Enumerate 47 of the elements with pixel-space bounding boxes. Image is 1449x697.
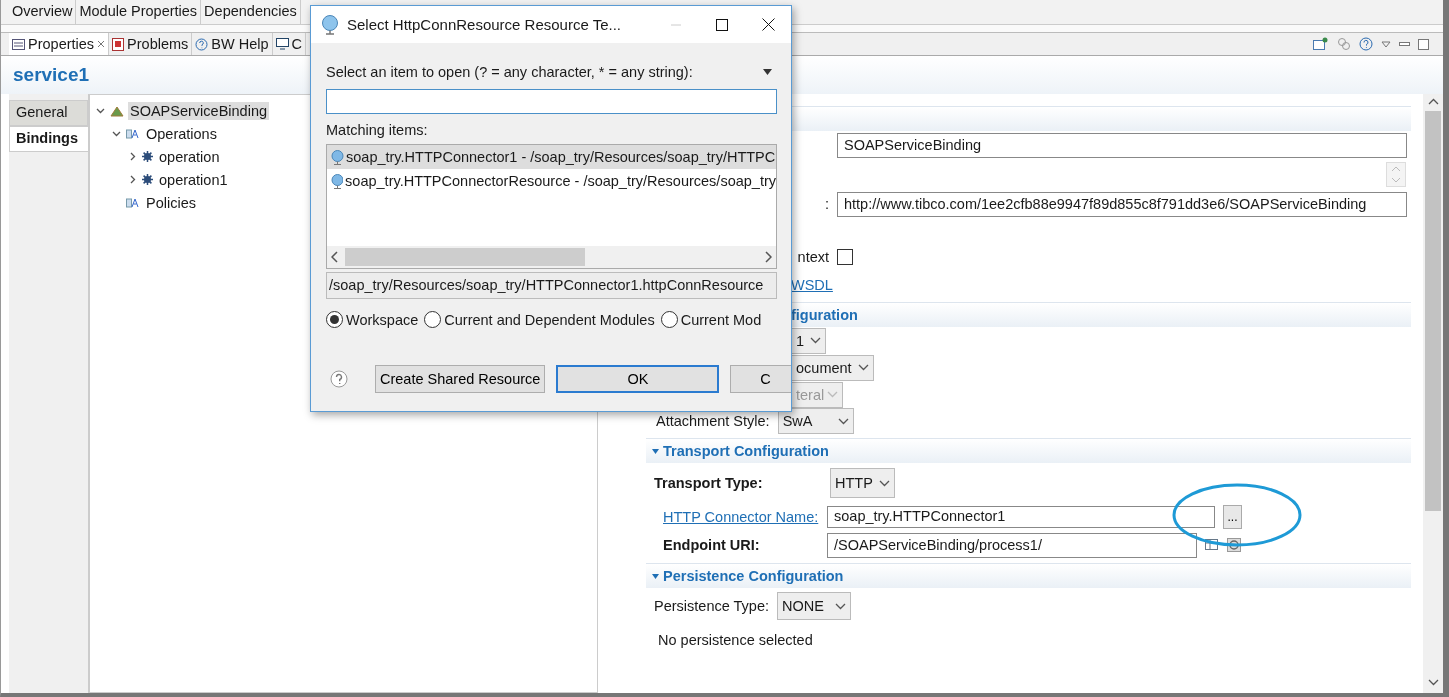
dropdown[interactable]: NONE	[777, 592, 851, 620]
section-header: Persistence Configuration	[646, 563, 1411, 588]
prompt-label: Select an item to open (? = any character, * = any string):	[326, 64, 693, 80]
dialog-button[interactable]: C	[730, 365, 791, 393]
view-tab[interactable]: C	[272, 33, 307, 55]
list-label: Matching items:	[326, 122, 429, 140]
tree-item[interactable]: Policies	[144, 193, 198, 212]
dropdown[interactable]: HTTP	[830, 468, 895, 498]
field-label: :	[824, 196, 829, 212]
view-tab[interactable]: BW Help	[192, 33, 273, 55]
scope-radio[interactable]: Workspace	[326, 311, 419, 328]
dialog-title: Select HttpConnResource Resource Te...	[347, 16, 622, 33]
view-tab[interactable]: Properties	[9, 33, 110, 55]
field-label: Attachment Style:	[656, 413, 770, 429]
section-header: Transport Configuration	[646, 438, 1411, 463]
scope-radio[interactable]: Current Mod	[660, 311, 762, 328]
tree-item[interactable]: operation1	[157, 170, 230, 189]
dropdown[interactable]: SwA	[777, 408, 854, 434]
dialog-button[interactable]: OK	[556, 365, 720, 393]
namespace-field[interactable]: http://www.tibco.com/1ee2cfb88e9947f89d855c8f791dd3e6/SOAPServiceBinding	[837, 191, 1407, 217]
field-label: Transport Type:	[654, 475, 764, 491]
path-field: /soap_try/Resources/soap_try/HTTPConnector1.httpConnResource	[326, 272, 777, 299]
field-label: Endpoint URI:	[663, 537, 761, 553]
editor-tab[interactable]: Module Properties	[76, 0, 202, 24]
field-label: ntext	[797, 249, 829, 265]
tree-item[interactable]: SOAPServiceBinding	[128, 101, 269, 120]
list-item[interactable]: soap_try.HTTPConnector1 - /soap_try/Resources/soap_try/HTTPC	[327, 145, 776, 169]
dropdown[interactable]: 1	[791, 327, 826, 354]
browse-button[interactable]: ...	[1223, 505, 1242, 529]
connector-link[interactable]: HTTP Connector Name:	[663, 509, 819, 525]
editor-tab[interactable]: Dependencies	[201, 0, 301, 24]
dialog-button[interactable]: Create Shared Resource	[375, 365, 546, 393]
wsdl-link[interactable]: WSDL	[791, 276, 833, 293]
persistence-note: No persistence selected	[657, 631, 814, 648]
side-tab[interactable]: Bindings	[9, 126, 88, 152]
connector-field[interactable]: soap_try.HTTPConnector1	[827, 506, 1215, 528]
editor-tab[interactable]: Overview	[9, 0, 77, 24]
dropdown[interactable]: ocument	[791, 354, 874, 381]
name-field[interactable]: SOAPServiceBinding	[837, 132, 1407, 158]
endpoint-field[interactable]: /SOAPServiceBinding/process1/	[827, 532, 1197, 558]
page-title: service1	[13, 64, 90, 86]
tree-item[interactable]: Operations	[144, 124, 219, 143]
list-item[interactable]: soap_try.HTTPConnectorResource - /soap_try/Resources/soap_try	[327, 169, 776, 193]
side-tab[interactable]: General	[9, 100, 88, 126]
field-label: Persistence Type:	[654, 598, 769, 614]
tree-item[interactable]: operation	[157, 147, 222, 166]
view-tab[interactable]: Problems	[109, 33, 193, 55]
